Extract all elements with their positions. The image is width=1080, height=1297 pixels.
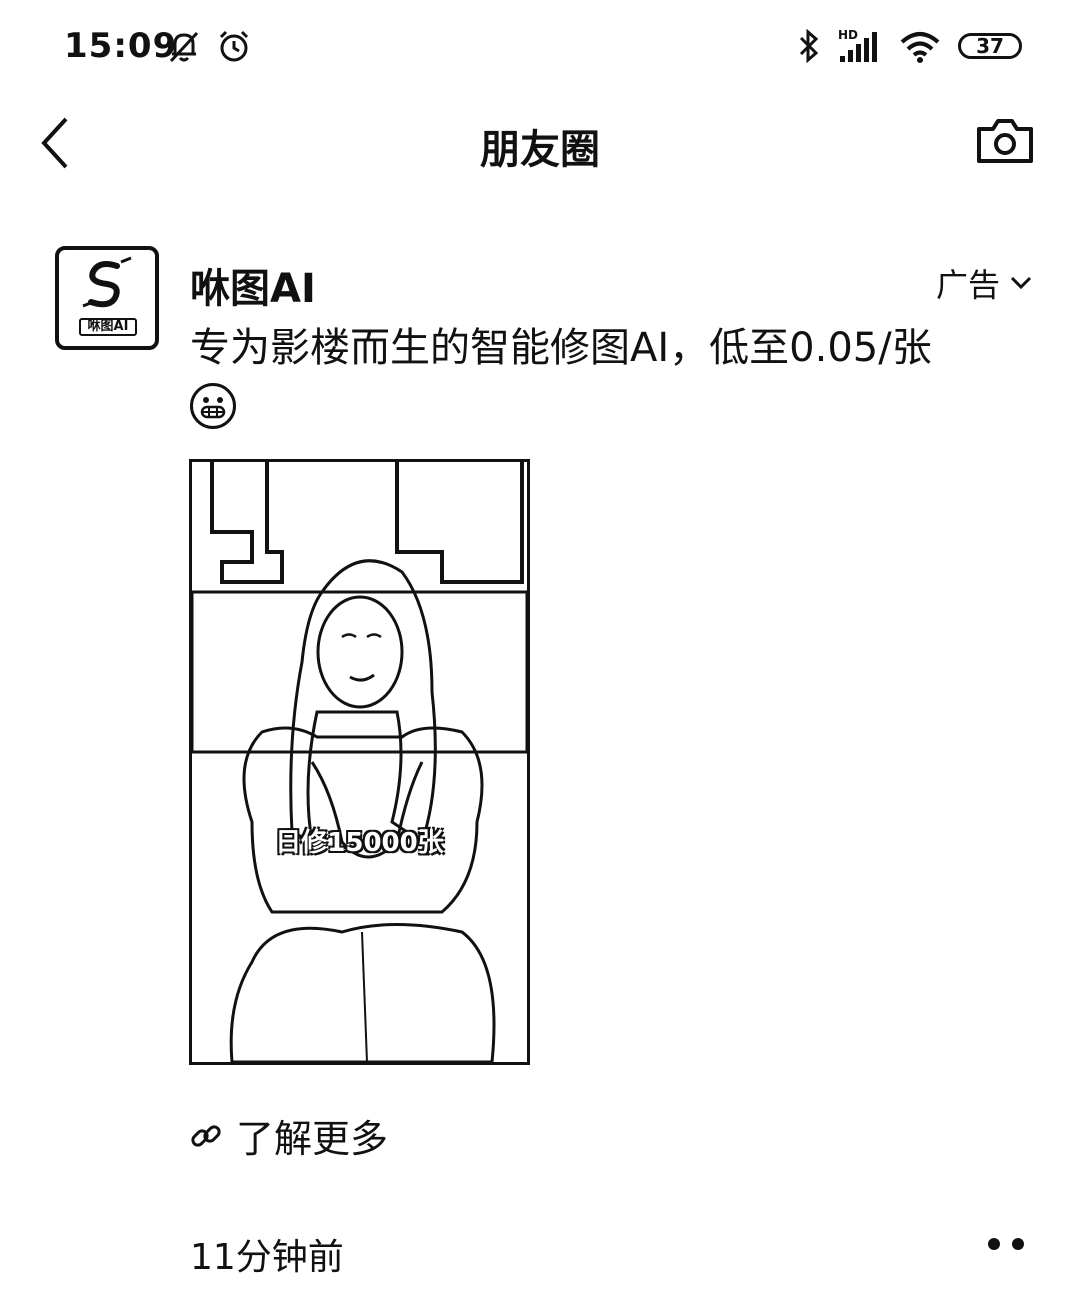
post-timestamp: 11分钟前	[190, 1237, 344, 1278]
status-right-icons: HD 37	[796, 28, 1022, 64]
ad-tag[interactable]: 广告	[936, 260, 1032, 306]
post-text: 专为影楼而生的智能修图AI，低至0.05/张	[190, 320, 1040, 432]
more-dots-icon[interactable]	[988, 1238, 1024, 1250]
status-left-icons	[166, 28, 252, 64]
dot	[1012, 1238, 1024, 1250]
status-bar: 15:09 HD 37	[0, 0, 1080, 95]
learn-more-label: 了解更多	[236, 1117, 389, 1161]
dot	[988, 1238, 1000, 1250]
video-thumbnail[interactable]: 日修15000张	[189, 459, 530, 1065]
battery-indicator: 37	[958, 33, 1022, 59]
page-title: 朋友圈	[480, 127, 600, 173]
avatar-label: 咻图AI	[79, 318, 137, 336]
link-icon	[191, 1124, 221, 1147]
post-body: 专为影楼而生的智能修图AI，低至0.05/张	[190, 325, 932, 371]
bluetooth-icon	[799, 28, 819, 64]
hd-signal-icon: HD	[838, 28, 877, 62]
brand-logo-icon	[82, 256, 132, 308]
ad-label: 广告	[935, 266, 1000, 304]
author-name[interactable]: 咻图AI	[190, 256, 316, 314]
camera-icon[interactable]	[976, 117, 1034, 165]
nav-bar: 朋友圈	[0, 95, 1080, 195]
mute-bell-icon	[169, 31, 199, 63]
video-caption: 日修15000张	[275, 828, 444, 858]
wifi-icon	[900, 32, 940, 63]
chevron-down-icon	[1010, 276, 1032, 290]
svg-text:HD: HD	[838, 28, 858, 42]
status-time: 15:09	[64, 26, 178, 66]
learn-more-link[interactable]: 了解更多	[190, 1108, 388, 1163]
alarm-icon	[219, 30, 249, 62]
avatar[interactable]: 咻图AI	[55, 246, 159, 350]
person-illustration	[192, 462, 527, 1062]
grinning-face-icon	[190, 383, 236, 429]
